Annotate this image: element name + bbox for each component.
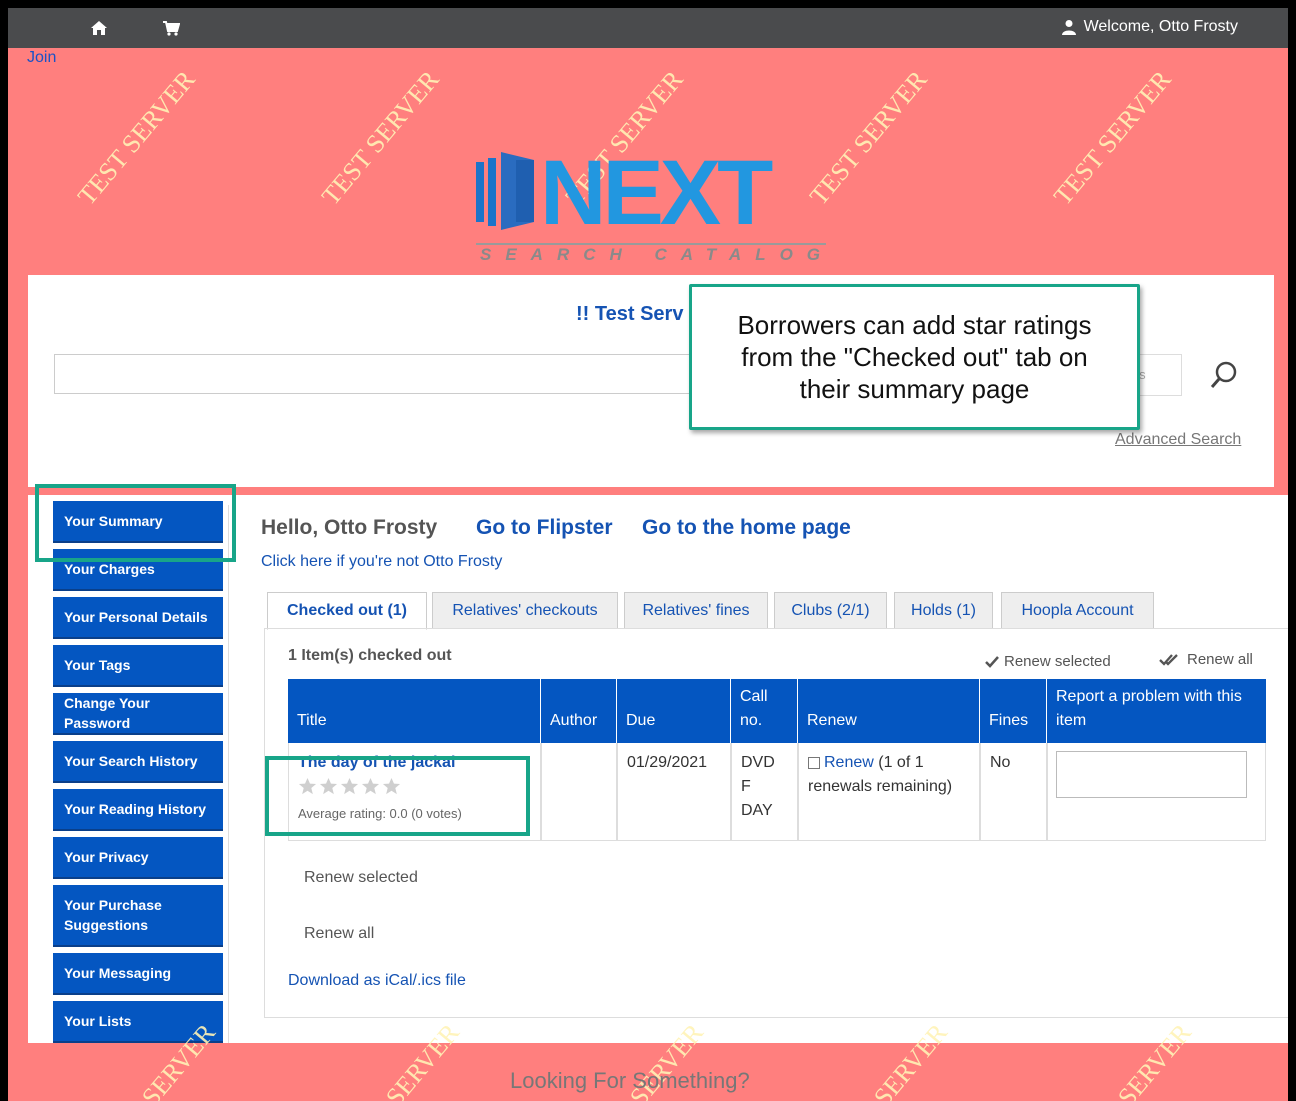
tab-holds[interactable]: Holds (1) <box>894 592 993 629</box>
tab-hoopla-account[interactable]: Hoopla Account <box>1001 592 1154 629</box>
next-search-catalog-logo: NEXT SEARCH CATALOG <box>476 148 826 263</box>
watermark: TEST SERVER <box>1048 65 1177 211</box>
renew-selected-button[interactable]: Renew selected <box>985 653 1111 670</box>
sidebar-item-your-tags[interactable]: Your Tags <box>53 645 223 687</box>
renew-selected-bottom-button[interactable]: Renew selected <box>304 869 418 887</box>
column-header-fines[interactable]: Fines <box>980 679 1047 743</box>
renew-all-bottom-button[interactable]: Renew all <box>304 925 374 943</box>
cell-report-problem <box>1047 743 1266 841</box>
logo-tagline: SEARCH CATALOG <box>480 245 826 263</box>
page-frame: Welcome, Otto Frosty Join TEST SERVER TE… <box>8 8 1288 1101</box>
column-header-due[interactable]: Due <box>617 679 731 743</box>
go-to-home-link[interactable]: Go to the home page <box>642 516 851 540</box>
cell-due: 01/29/2021 <box>617 743 731 841</box>
column-header-author[interactable]: Author <box>541 679 617 743</box>
test-server-title: !! Test Serv <box>576 303 684 325</box>
hello-heading: Hello, Otto Frosty <box>261 516 438 539</box>
cell-renew: Renew (1 of 1 renewals remaining) <box>798 743 980 841</box>
footer-heading: Looking For Something? <box>510 1068 750 1093</box>
home-icon[interactable] <box>90 19 108 37</box>
logo-word: NEXT <box>540 148 773 244</box>
account-main-panel: Your Summary Your Charges Your Personal … <box>28 495 1288 1043</box>
checked-out-count: 1 Item(s) checked out <box>288 647 452 664</box>
watermark: TEST SERVER <box>316 65 445 211</box>
advanced-search-link[interactable]: Advanced Search <box>1115 431 1241 449</box>
sidebar-divider <box>228 505 229 1043</box>
tab-checked-out[interactable]: Checked out (1) <box>267 592 427 630</box>
sidebar-item-purchase-suggestions[interactable]: Your Purchase Suggestions <box>53 885 223 947</box>
cell-fines: No <box>980 743 1047 841</box>
sidebar-item-change-password[interactable]: Change Your Password <box>53 693 223 735</box>
callout-box: Borrowers can add star ratings from the … <box>689 284 1140 430</box>
sidebar-item-your-messaging[interactable]: Your Messaging <box>53 953 223 995</box>
not-user-link[interactable]: Click here if you're not Otto Frosty <box>261 553 502 571</box>
column-header-title[interactable]: Title <box>288 679 541 743</box>
tab-relatives-checkouts[interactable]: Relatives' checkouts <box>432 592 618 629</box>
download-ical-link[interactable]: Download as iCal/.ics file <box>288 972 466 990</box>
report-problem-input[interactable] <box>1056 751 1247 798</box>
cell-call-no: DVD F DAY <box>731 743 798 841</box>
welcome-user[interactable]: Welcome, Otto Frosty <box>1061 18 1238 36</box>
column-header-report-problem: Report a problem with this item <box>1047 679 1266 743</box>
highlight-your-summary <box>35 484 236 562</box>
renew-checkbox[interactable] <box>808 756 820 769</box>
welcome-text: Welcome, Otto Frosty <box>1083 18 1238 35</box>
sidebar-item-personal-details[interactable]: Your Personal Details <box>53 597 223 639</box>
highlight-star-rating <box>265 756 530 836</box>
search-input[interactable] <box>54 354 734 394</box>
tab-relatives-fines[interactable]: Relatives' fines <box>624 592 768 629</box>
tab-clubs[interactable]: Clubs (2/1) <box>774 592 887 629</box>
column-header-renew[interactable]: Renew <box>798 679 980 743</box>
go-to-flipster-link[interactable]: Go to Flipster <box>476 516 613 540</box>
user-icon <box>1061 20 1076 35</box>
cart-icon[interactable] <box>162 19 180 37</box>
column-header-call-no[interactable]: Call no. <box>731 679 798 743</box>
sidebar-item-your-privacy[interactable]: Your Privacy <box>53 837 223 879</box>
renew-all-button[interactable]: Renew all <box>1159 651 1253 668</box>
search-icon[interactable] <box>1206 357 1242 393</box>
join-link[interactable]: Join <box>27 49 56 67</box>
top-navbar: Welcome, Otto Frosty <box>8 8 1288 48</box>
renew-all-label: Renew all <box>1187 651 1253 668</box>
double-check-icon <box>1159 653 1178 666</box>
sidebar-item-search-history[interactable]: Your Search History <box>53 741 223 783</box>
sidebar-item-reading-history[interactable]: Your Reading History <box>53 789 223 831</box>
cell-author <box>541 743 617 841</box>
check-icon <box>985 655 999 668</box>
renew-link[interactable]: Renew <box>824 754 874 771</box>
watermark: TEST SERVER <box>72 65 201 211</box>
renew-selected-label: Renew selected <box>1004 653 1111 670</box>
